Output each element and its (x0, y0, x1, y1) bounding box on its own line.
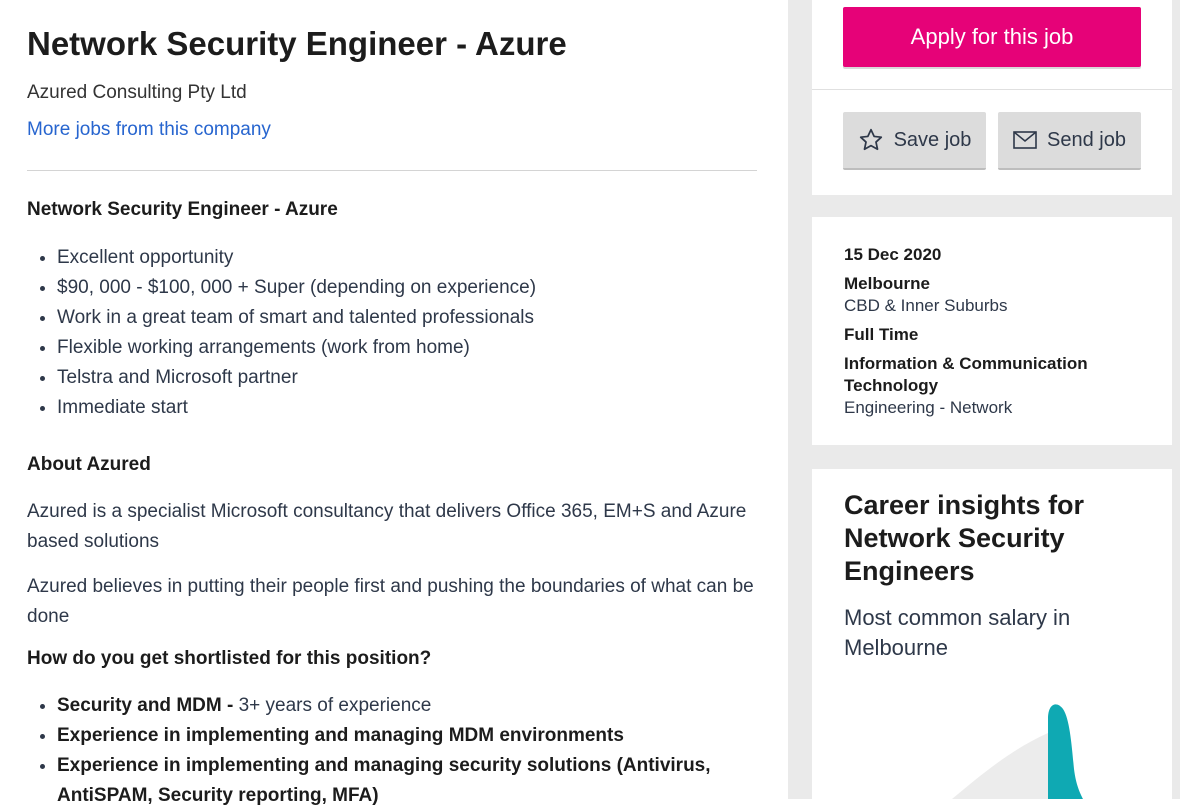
list-item: Work in a great team of smart and talent… (57, 303, 757, 333)
apply-button[interactable]: Apply for this job (843, 7, 1141, 67)
listing-date: 15 Dec 2020 (844, 245, 942, 264)
insights-title: Career insights for Network Security Eng… (844, 490, 1085, 586)
send-job-button[interactable]: Send job (998, 112, 1141, 170)
sub-classification: Engineering - Network (844, 398, 1013, 417)
requirement-title: Security and MDM - (57, 695, 239, 716)
salary-distribution-graphic (952, 704, 1083, 799)
highlights-list: Excellent opportunity $90, 000 - $100, 0… (27, 243, 757, 423)
requirement-title: Experience in implementing and managing … (57, 755, 711, 806)
career-insights-card: Career insights for Network Security Eng… (812, 469, 1172, 799)
salary-highlight-bar (1048, 704, 1083, 799)
send-job-label: Send job (1047, 128, 1126, 151)
work-type: Full Time (844, 325, 919, 344)
company-name: Azured Consulting Pty Ltd (27, 82, 247, 103)
divider (812, 89, 1172, 90)
classification: Information & Communication Technology (844, 354, 1088, 395)
location: Melbourne (844, 274, 930, 293)
about-paragraph: Azured is a specialist Microsoft consult… (27, 501, 747, 552)
requirement-title: Experience in implementing and managing … (57, 725, 624, 746)
requirement-text: 3+ years of experience (238, 695, 432, 716)
insights-subtitle: Most common salary in Melbourne (844, 605, 1071, 660)
more-jobs-link[interactable]: More jobs from this company (27, 119, 271, 141)
sidebar: Apply for this job Save job Send job 15 … (788, 0, 1180, 799)
about-paragraph: Azured believes in putting their people … (27, 576, 754, 627)
list-item: Immediate start (57, 393, 757, 423)
salary-curve-shadow (952, 733, 1048, 799)
requirements-list: Security and MDM - 3+ years of experienc… (27, 691, 757, 811)
list-item: Experience in implementing and managing … (57, 721, 757, 751)
list-item: $90, 000 - $100, 000 + Super (depending … (57, 273, 757, 303)
area: CBD & Inner Suburbs (844, 296, 1008, 315)
job-info-card: 15 Dec 2020 Melbourne CBD & Inner Suburb… (812, 217, 1172, 445)
shortlist-heading: How do you get shortlisted for this posi… (27, 648, 432, 669)
save-job-button[interactable]: Save job (843, 112, 986, 170)
list-item: Telstra and Microsoft partner (57, 363, 757, 393)
list-item: Excellent opportunity (57, 243, 757, 273)
divider (27, 170, 757, 171)
about-heading: About Azured (27, 454, 151, 475)
description-heading: Network Security Engineer - Azure (27, 199, 338, 220)
actions-card: Apply for this job Save job Send job (812, 0, 1172, 195)
list-item: Experience in implementing and managing … (57, 751, 757, 811)
star-icon (858, 127, 884, 153)
job-title: Network Security Engineer - Azure (27, 25, 567, 62)
save-job-label: Save job (893, 128, 972, 151)
job-description: Network Security Engineer - Azure Excell… (27, 198, 757, 811)
list-item: Security and MDM - 3+ years of experienc… (57, 691, 757, 721)
job-meta: 15 Dec 2020 Melbourne CBD & Inner Suburb… (844, 244, 1144, 419)
envelope-icon (1013, 131, 1037, 149)
list-item: Flexible working arrangements (work from… (57, 333, 757, 363)
